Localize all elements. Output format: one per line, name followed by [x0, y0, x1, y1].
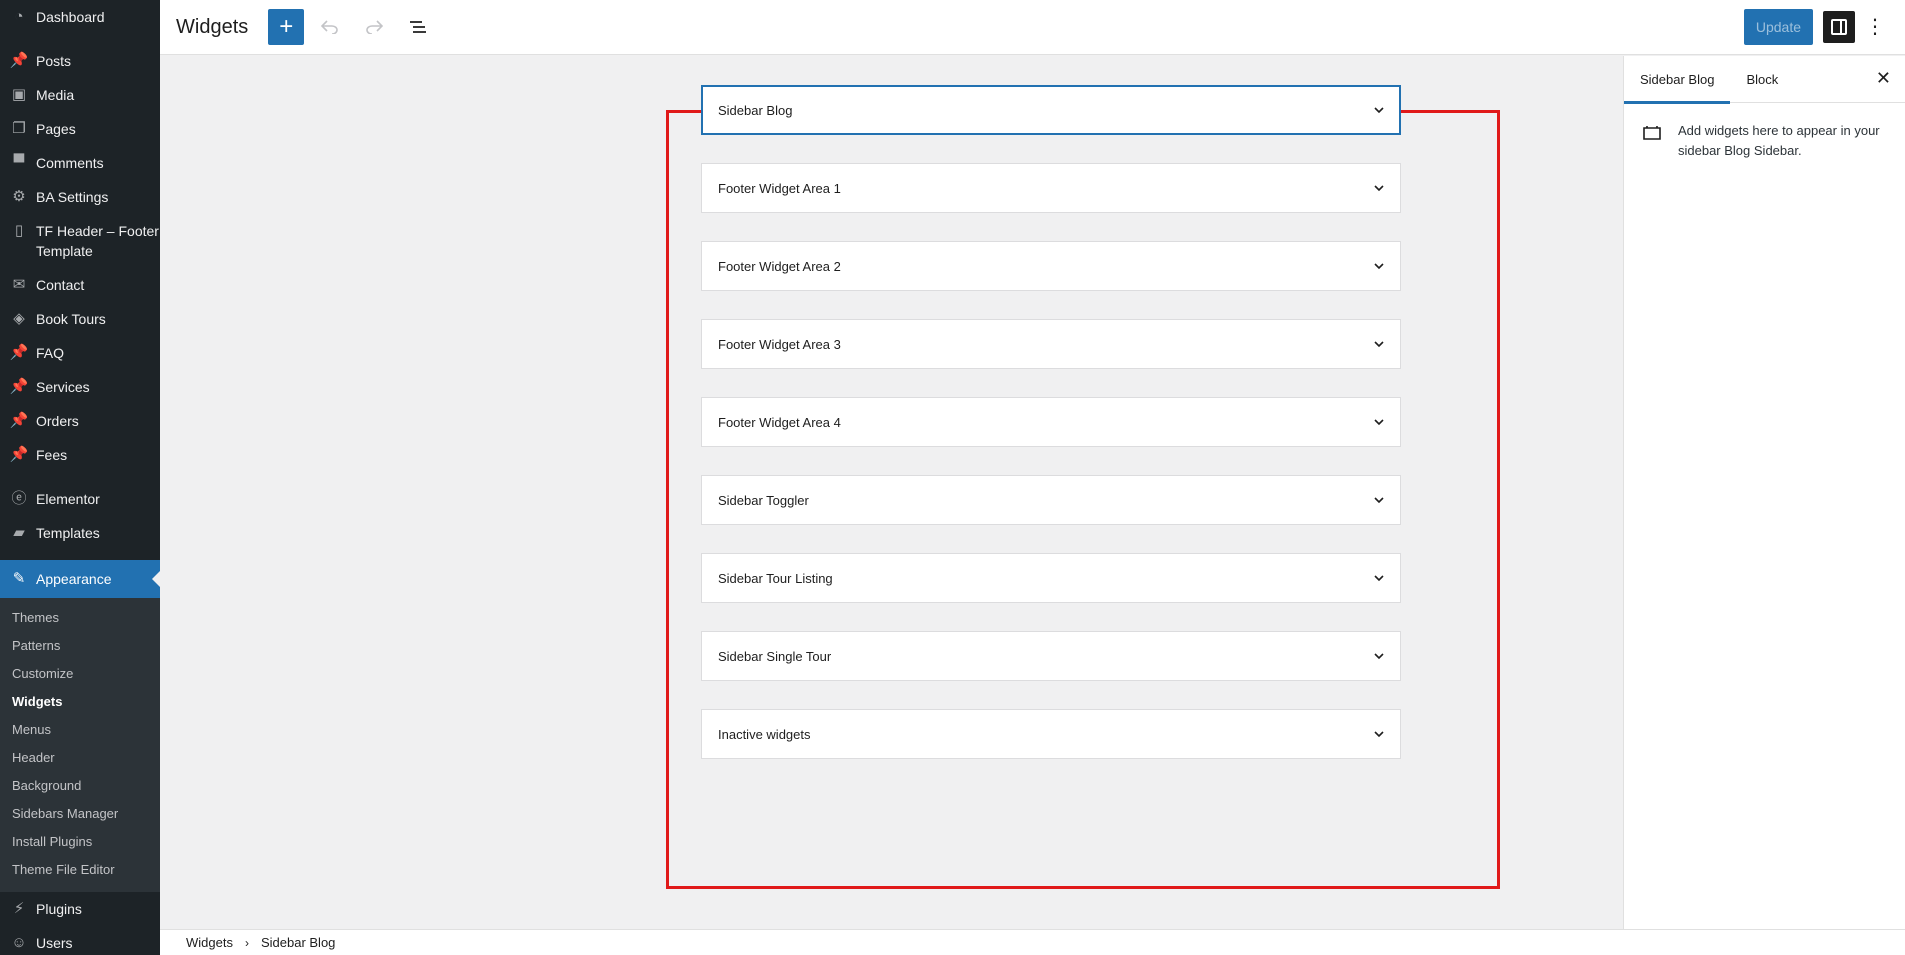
menu-item-fees[interactable]: 📌 Fees — [0, 438, 160, 472]
comments-icon: ▀ — [13, 154, 25, 171]
editor-header: Widgets + Update ⋮ — [160, 0, 1905, 55]
breadcrumb-current[interactable]: Sidebar Blog — [261, 935, 335, 950]
submenu-background[interactable]: Background — [0, 772, 160, 800]
chevron-down-icon — [1374, 575, 1384, 582]
submenu-menus[interactable]: Menus — [0, 716, 160, 744]
elementor-icon: ⓔ — [11, 490, 27, 507]
menu-item-appearance[interactable]: ✎ Appearance — [0, 560, 160, 598]
sidebar-tabs: Sidebar Blog Block ✕ — [1624, 56, 1905, 104]
brush-icon: ✎ — [12, 570, 26, 587]
menu-item-contact[interactable]: ✉ Contact — [0, 268, 160, 302]
chevron-down-icon — [1374, 341, 1384, 348]
pin-icon: 📌 — [9, 344, 29, 361]
chevron-down-icon — [1374, 497, 1384, 504]
users-icon: ☺ — [11, 934, 27, 951]
widget-area-footer-2[interactable]: Footer Widget Area 2 — [701, 241, 1401, 291]
redo-button[interactable] — [356, 9, 392, 45]
menu-item-dashboard[interactable]: ◔ Dashboard — [0, 0, 160, 34]
chevron-right-icon: › — [244, 935, 249, 950]
breadcrumb-root[interactable]: Widgets — [186, 935, 233, 950]
pin-icon: 📌 — [9, 446, 29, 463]
gear-icon: ⚙ — [12, 188, 26, 205]
chevron-down-icon — [1374, 731, 1384, 738]
tab-block[interactable]: Block — [1730, 56, 1794, 103]
chevron-down-icon — [1374, 263, 1384, 270]
menu-item-book-tours[interactable]: ◈ Book Tours — [0, 302, 160, 336]
add-block-button[interactable]: + — [268, 9, 305, 45]
widget-area-sidebar-blog[interactable]: Sidebar Blog — [701, 85, 1401, 135]
submenu-themes[interactable]: Themes — [0, 604, 160, 632]
breadcrumb: Widgets › Sidebar Blog — [160, 929, 1905, 955]
undo-icon — [321, 20, 338, 34]
plugin-icon: ⚡ — [13, 900, 25, 917]
update-button[interactable]: Update — [1743, 9, 1813, 45]
submenu-widgets[interactable]: Widgets — [0, 688, 160, 716]
page-title: Widgets — [176, 15, 249, 38]
appearance-submenu: Themes Patterns Customize Widgets Menus … — [0, 598, 160, 892]
sidebar-panel-icon — [1831, 19, 1847, 35]
document-icon: ▯ — [14, 222, 24, 239]
tag-icon: ◈ — [13, 310, 25, 327]
menu-item-orders[interactable]: 📌 Orders — [0, 404, 160, 438]
pin-icon: 📌 — [9, 52, 29, 69]
undo-button[interactable] — [312, 9, 348, 45]
widget-area-description: Add widgets here to appear in your sideb… — [1624, 103, 1905, 179]
widget-area-sidebar-tour-listing[interactable]: Sidebar Tour Listing — [701, 553, 1401, 603]
menu-item-media[interactable]: ▣ Media — [0, 78, 160, 112]
more-options-button[interactable]: ⋮ — [1863, 17, 1887, 37]
pages-icon: ❐ — [12, 120, 26, 137]
widget-area-footer-1[interactable]: Footer Widget Area 1 — [701, 163, 1401, 213]
submenu-theme-file-editor[interactable]: Theme File Editor — [0, 856, 160, 884]
menu-item-faq[interactable]: 📌 FAQ — [0, 336, 160, 370]
widget-area-sidebar-toggler[interactable]: Sidebar Toggler — [701, 475, 1401, 525]
kebab-icon: ⋮ — [1865, 16, 1885, 38]
submenu-customize[interactable]: Customize — [0, 660, 160, 688]
pin-icon: 📌 — [9, 378, 29, 395]
admin-menu: ◔ Dashboard 📌 Posts ▣ Media ❐ Pages ▀ Co… — [0, 0, 160, 955]
submenu-header[interactable]: Header — [0, 744, 160, 772]
list-view-icon — [410, 21, 427, 33]
widget-area-sidebar-single-tour[interactable]: Sidebar Single Tour — [701, 631, 1401, 681]
widget-area-footer-4[interactable]: Footer Widget Area 4 — [701, 397, 1401, 447]
pin-icon: 📌 — [9, 412, 29, 429]
settings-toggle-button[interactable] — [1823, 11, 1855, 43]
submenu-install-plugins[interactable]: Install Plugins — [0, 828, 160, 856]
tab-widget-area[interactable]: Sidebar Blog — [1624, 56, 1731, 104]
close-icon[interactable]: ✕ — [1876, 68, 1891, 89]
folder-icon: ▰ — [13, 524, 25, 541]
submenu-patterns[interactable]: Patterns — [0, 632, 160, 660]
widget-area-inactive-widgets[interactable]: Inactive widgets — [701, 709, 1401, 759]
widget-areas-canvas: Sidebar Blog Footer Widget Area 1 Footer… — [160, 56, 1623, 929]
mail-icon: ✉ — [12, 276, 26, 293]
chevron-down-icon — [1374, 653, 1384, 660]
menu-item-ba-settings[interactable]: ⚙ BA Settings — [0, 180, 160, 214]
media-icon: ▣ — [11, 86, 27, 103]
menu-item-users[interactable]: ☺ Users — [0, 926, 160, 955]
redo-icon — [366, 20, 384, 34]
description-text: Add widgets here to appear in your sideb… — [1678, 123, 1880, 158]
chevron-down-icon — [1374, 185, 1384, 192]
menu-item-posts[interactable]: 📌 Posts — [0, 44, 160, 78]
settings-sidebar: Sidebar Blog Block ✕ Add widgets here to… — [1623, 56, 1905, 929]
menu-item-tf-header-footer[interactable]: ▯ TF Header – Footer Template — [0, 214, 160, 268]
chevron-down-icon — [1374, 419, 1384, 426]
menu-item-comments[interactable]: ▀ Comments — [0, 146, 160, 180]
chevron-down-icon — [1374, 107, 1384, 114]
submenu-sidebars-manager[interactable]: Sidebars Manager — [0, 800, 160, 828]
menu-item-services[interactable]: 📌 Services — [0, 370, 160, 404]
dashboard-icon: ◔ — [14, 8, 24, 25]
menu-item-pages[interactable]: ❐ Pages — [0, 112, 160, 146]
header-actions: Update ⋮ — [1743, 9, 1887, 45]
widget-area-icon — [1643, 126, 1661, 140]
menu-item-templates[interactable]: ▰ Templates — [0, 516, 160, 550]
menu-item-plugins[interactable]: ⚡ Plugins — [0, 892, 160, 926]
menu-item-elementor[interactable]: ⓔ Elementor — [0, 482, 160, 516]
widget-area-footer-3[interactable]: Footer Widget Area 3 — [701, 319, 1401, 369]
list-view-button[interactable] — [400, 9, 436, 45]
